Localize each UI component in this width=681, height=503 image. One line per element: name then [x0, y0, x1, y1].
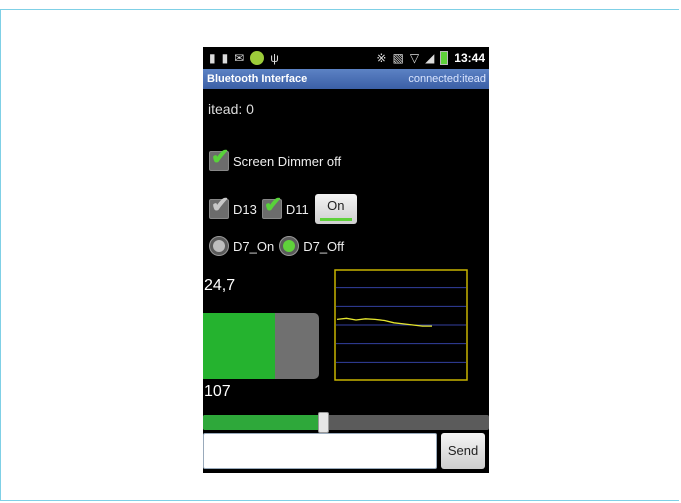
sensor-graph [334, 269, 468, 381]
d11-label: D11 [285, 201, 309, 217]
toggle-button-label: On [327, 198, 345, 213]
connection-status: connected:itead [408, 73, 486, 85]
status-bar: ▮ ▮ ✉ ψ ※ ▧ ▽ ◢ 13:44 [203, 47, 489, 69]
d7-radio-group: D7_On D7_Off [209, 236, 344, 256]
device-readout: itead: 0 [208, 101, 254, 117]
gauge-value: 107 [204, 383, 231, 400]
usb-debug-icon: ψ [270, 51, 279, 65]
android-icon [250, 51, 265, 65]
clock: 13:44 [454, 51, 485, 65]
sensor-value: 24,7 [204, 277, 236, 294]
screen-dimmer-label: Screen Dimmer off [233, 153, 342, 169]
title-bar: Bluetooth Interface connected:itead [203, 69, 489, 89]
d7-on-label: D7_On [233, 238, 275, 254]
slider-fill [203, 415, 324, 430]
message-input[interactable] [203, 433, 437, 469]
check-icon: ✔ [211, 192, 230, 217]
pin-controls-row: ✔ D13 ✔ D11 On [209, 194, 357, 224]
d7-on-radio[interactable] [209, 236, 229, 256]
on-toggle-button[interactable]: On [314, 194, 357, 224]
vibrate-icon: ▧ [392, 51, 404, 65]
toggle-indicator [319, 218, 352, 221]
send-button[interactable]: Send [441, 433, 485, 469]
wifi-icon: ▽ [409, 51, 420, 65]
phone-screen: ▮ ▮ ✉ ψ ※ ▧ ▽ ◢ 13:44 Bluetooth Interfac… [203, 47, 489, 473]
value-slider[interactable] [203, 412, 489, 433]
check-icon: ✔ [211, 144, 230, 169]
screen-dimmer-checkbox[interactable]: ✔ [209, 146, 229, 171]
slider-thumb[interactable] [318, 412, 330, 433]
d11-checkbox[interactable]: ✔ [261, 194, 282, 219]
d13-checkbox[interactable]: ✔ [209, 194, 229, 219]
gauge-fill [203, 313, 275, 379]
d7-off-label: D7_Off [303, 238, 345, 254]
bluetooth-icon: ※ [376, 51, 387, 65]
signal-icon: ◢ [425, 51, 435, 65]
mail-icon: ✉ [234, 51, 245, 65]
usb-icon: ▮ [209, 51, 216, 65]
level-gauge [203, 313, 319, 379]
check-icon: ✔ [263, 192, 283, 217]
d7-off-radio[interactable] [279, 236, 300, 256]
app-title: Bluetooth Interface [207, 73, 308, 85]
d13-label: D13 [233, 201, 257, 217]
screen-dimmer-checkbox-row[interactable]: ✔ Screen Dimmer off [209, 146, 342, 171]
usb-icon: ▮ [221, 51, 229, 65]
battery-icon [440, 51, 449, 65]
